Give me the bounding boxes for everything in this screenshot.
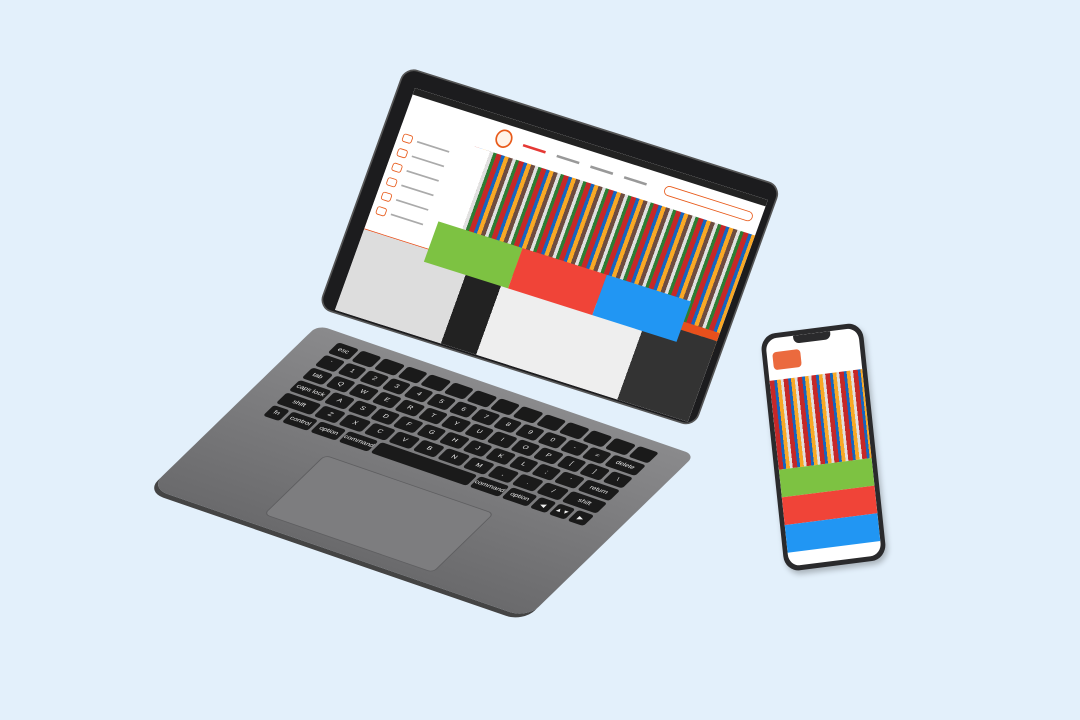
site-logo[interactable] bbox=[772, 348, 802, 371]
rodent-icon bbox=[385, 176, 399, 188]
nav-item[interactable] bbox=[556, 154, 580, 164]
dog-icon bbox=[401, 133, 414, 145]
smartphone bbox=[760, 322, 887, 573]
fish-icon bbox=[380, 191, 393, 203]
reptile-icon bbox=[374, 205, 388, 217]
phone-notch bbox=[792, 331, 831, 344]
bird-icon bbox=[390, 162, 404, 174]
nav-item[interactable] bbox=[590, 164, 614, 175]
hero-image bbox=[769, 369, 872, 470]
site-logo[interactable] bbox=[492, 127, 516, 151]
cat-icon bbox=[395, 147, 409, 159]
nav-item[interactable] bbox=[522, 143, 547, 154]
phone-screen bbox=[765, 327, 882, 567]
nav-item[interactable] bbox=[623, 175, 648, 186]
